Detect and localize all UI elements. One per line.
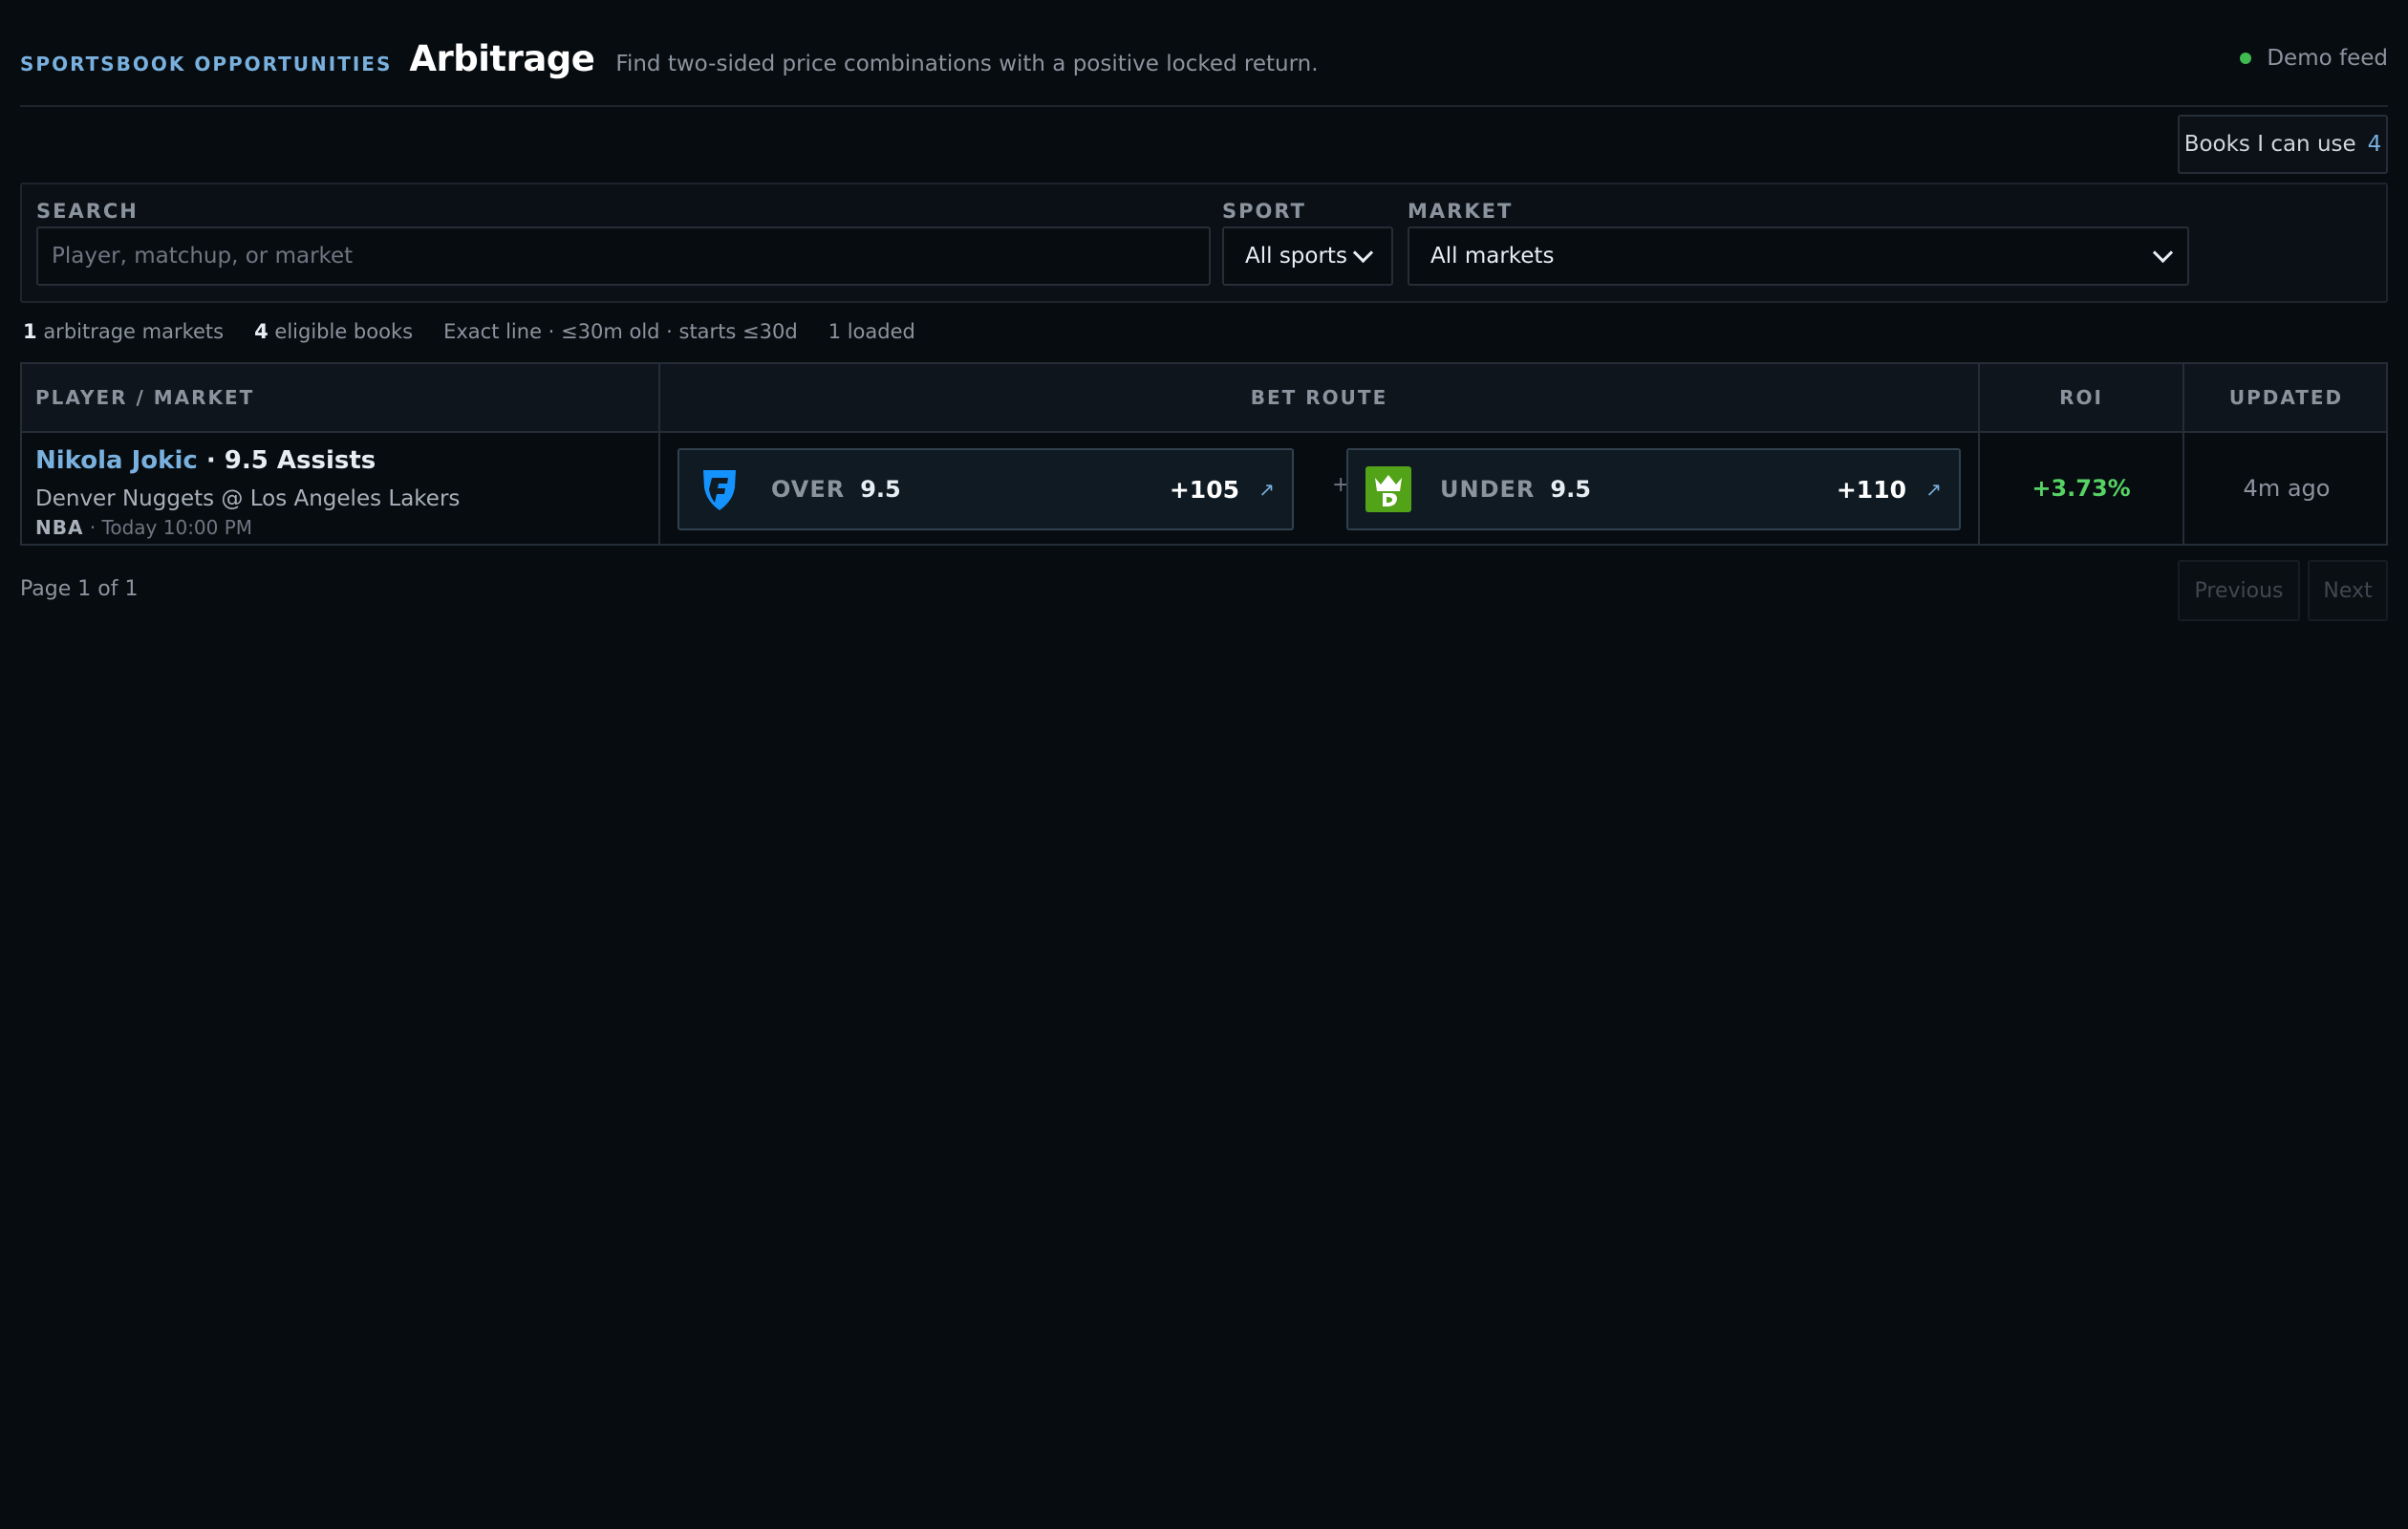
books-filter-button[interactable]: Books I can use 4 (2178, 115, 2388, 174)
bet-leg-under[interactable]: UNDER 9.5 +110 ↗ (1346, 448, 1961, 530)
market-name: · 9.5 Assists (197, 446, 376, 475)
page-title: Arbitrage (409, 38, 595, 79)
roi-value: +3.73% (2032, 475, 2131, 502)
books-button-label: Books I can use (2183, 132, 2356, 157)
search-label: SEARCH (36, 200, 139, 223)
feed-status: Demo feed (2240, 46, 2388, 71)
market-select-value: All markets (1430, 244, 1555, 269)
fanduel-logo-icon (697, 466, 742, 512)
leg-line: 9.5 (1550, 476, 1591, 503)
market-title: Nikola Jokic · 9.5 Assists (35, 446, 376, 475)
matchup-text: Denver Nuggets @ Los Angeles Lakers (35, 486, 461, 511)
chevron-down-icon (1352, 242, 1374, 263)
search-placeholder: Player, matchup, or market (52, 244, 354, 269)
event-meta: NBA · Today 10:00 PM (35, 516, 253, 539)
draftkings-logo-icon (1365, 466, 1411, 512)
arbitrage-table: PLAYER / MARKET BET ROUTE ROI UPDATED Ni… (20, 362, 2388, 546)
external-link-icon: ↗ (1258, 478, 1275, 501)
arbitrage-page: SPORTSBOOK OPPORTUNITIES Arbitrage Find … (0, 0, 2408, 1529)
column-header-bet-route: BET ROUTE (1250, 386, 1388, 409)
arb-count-stat: 1 arbitrage markets (23, 320, 225, 343)
bet-route-cell: OVER 9.5 +105 ↗ + UNDER 9.5 +110 ↗ (660, 433, 1978, 544)
previous-page-button[interactable]: Previous (2178, 560, 2300, 621)
external-link-icon: ↗ (1925, 478, 1942, 501)
leg-line: 9.5 (860, 476, 901, 503)
start-time: Today 10:00 PM (101, 516, 253, 539)
column-header-player-market: PLAYER / MARKET (35, 386, 255, 409)
loaded-count-stat: 1 loaded (828, 320, 915, 343)
search-input[interactable]: Player, matchup, or market (36, 226, 1211, 286)
bet-leg-over[interactable]: OVER 9.5 +105 ↗ (677, 448, 1294, 530)
page-header: SPORTSBOOK OPPORTUNITIES Arbitrage Find … (20, 38, 2388, 107)
updated-time: 4m ago (2243, 475, 2331, 502)
page-subtitle: Find two-sided price combinations with a… (615, 52, 1319, 76)
leg-side: UNDER (1440, 476, 1536, 503)
table-header: PLAYER / MARKET BET ROUTE ROI UPDATED (22, 364, 2386, 433)
leg-odds: +105 (1169, 475, 1239, 504)
chevron-down-icon (2152, 242, 2174, 263)
pagination-info: Page 1 of 1 (20, 577, 139, 601)
filter-panel: SEARCH Player, matchup, or market SPORT … (20, 183, 2388, 303)
column-header-roi: ROI (2059, 386, 2103, 409)
league-badge: NBA (35, 516, 84, 539)
player-name-link[interactable]: Nikola Jokic (35, 446, 198, 475)
market-select[interactable]: All markets (1408, 226, 2189, 286)
market-label: MARKET (1408, 200, 1514, 223)
sport-select[interactable]: All sports (1222, 226, 1393, 286)
books-count-stat: 4 eligible books (254, 320, 414, 343)
summary-stats: 1 arbitrage markets 4 eligible books Exa… (23, 320, 946, 343)
column-header-updated: UPDATED (2228, 386, 2344, 409)
filter-rules-stat: Exact line · ≤30m old · starts ≤30d (443, 320, 798, 343)
section-eyebrow: SPORTSBOOK OPPORTUNITIES (20, 53, 393, 75)
status-dot-icon (2240, 53, 2252, 64)
books-count-badge: 4 (2367, 132, 2382, 157)
leg-side: OVER (771, 476, 846, 503)
feed-label: Demo feed (2267, 46, 2388, 71)
leg-odds: +110 (1836, 475, 1906, 504)
sport-select-value: All sports (1245, 244, 1347, 269)
next-page-button[interactable]: Next (2308, 560, 2388, 621)
sport-label: SPORT (1222, 200, 1306, 223)
player-market-cell: Nikola Jokic · 9.5 Assists Denver Nugget… (22, 433, 658, 544)
